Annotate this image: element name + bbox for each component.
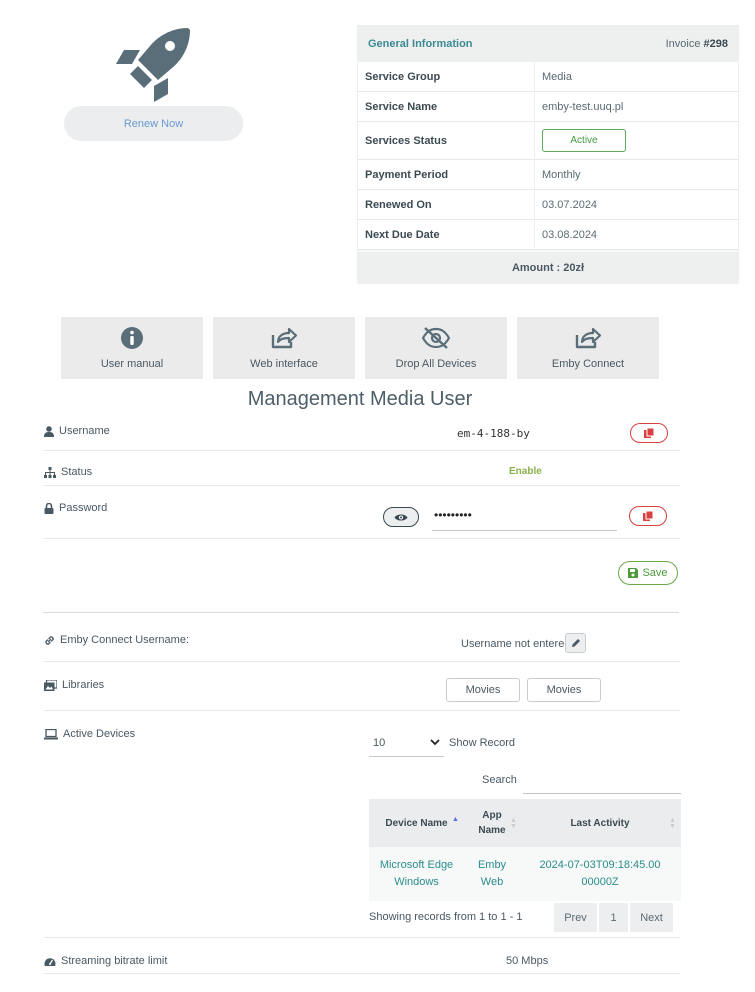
info-row-services-status: Services Status Active xyxy=(358,122,738,160)
emby-connect-button[interactable]: Emby Connect xyxy=(517,317,659,379)
copy-password-button[interactable] xyxy=(629,506,667,526)
last-activity-cell: 2024-07-03T09:18:45.0000000Z xyxy=(539,859,661,888)
info-row-next-due-date: Next Due Date 03.08.2024 xyxy=(358,220,738,250)
user-manual-button[interactable]: User manual xyxy=(61,317,203,379)
show-record-label: Show Record xyxy=(449,737,516,749)
devices-table-header: Device Name ▲ App Name ▲ ▼ Last Activity … xyxy=(369,799,681,847)
edit-emby-username-button[interactable] xyxy=(565,633,586,653)
active-devices-label: Active Devices xyxy=(44,727,135,741)
library-button[interactable]: Movies xyxy=(446,678,520,702)
libraries-label: Libraries xyxy=(44,678,104,692)
app-name-cell: Emby Web xyxy=(477,859,507,888)
column-header-app-name[interactable]: App Name xyxy=(471,799,513,847)
pencil-icon xyxy=(571,639,580,647)
table-row: Microsoft Edge Windows Emby Web 2024-07-… xyxy=(369,847,681,901)
user-icon xyxy=(44,425,54,437)
lock-icon xyxy=(44,502,54,514)
eye-slash-icon xyxy=(421,327,451,349)
info-row-service-name: Service Name emby-test.uuq.pl xyxy=(358,92,738,122)
password-label: Password xyxy=(44,501,107,515)
prev-page-button[interactable]: Prev xyxy=(554,903,597,932)
general-info-header: General Information Invoice #298 xyxy=(358,26,738,62)
laptop-icon xyxy=(44,728,58,739)
username-label: Username xyxy=(44,424,110,438)
sort-icon: ▲ ▼ xyxy=(669,817,676,830)
general-info-panel: General Information Invoice #298 Service… xyxy=(357,25,739,284)
library-button[interactable]: Movies xyxy=(527,678,601,702)
copy-icon xyxy=(643,511,653,521)
search-label: Search xyxy=(482,774,517,786)
rocket-icon xyxy=(114,26,194,102)
showing-records-text: Showing records from 1 to 1 - 1 xyxy=(369,911,523,923)
renew-now-button[interactable]: Renew Now xyxy=(64,106,243,141)
device-name-cell: Microsoft Edge Windows xyxy=(379,859,454,888)
sort-asc-icon: ▲ xyxy=(452,816,459,823)
amount-label: Amount : 20zł xyxy=(358,252,738,284)
username-value: em-4-188-by xyxy=(457,427,530,440)
bitrate-value: 50 Mbps xyxy=(506,955,549,967)
sort-icon: ▲ ▼ xyxy=(510,817,517,830)
toggle-password-button[interactable] xyxy=(383,507,419,527)
eye-icon xyxy=(394,514,408,520)
link-icon xyxy=(45,635,54,645)
share-icon xyxy=(271,327,298,349)
emby-connect-label: Emby Connect Username: xyxy=(44,633,189,647)
page-1-button[interactable]: 1 xyxy=(599,903,628,932)
info-row-payment-period: Payment Period Monthly xyxy=(358,160,738,190)
share-icon xyxy=(575,327,602,349)
emby-connect-value: Username not entered xyxy=(461,638,571,650)
drop-all-devices-button[interactable]: Drop All Devices xyxy=(365,317,507,379)
info-icon xyxy=(121,327,143,349)
next-page-button[interactable]: Next xyxy=(630,903,673,932)
password-field[interactable]: ••••••••• xyxy=(432,508,617,531)
copy-icon xyxy=(644,428,654,438)
invoice-label: Invoice #298 xyxy=(665,38,728,50)
search-input[interactable] xyxy=(523,768,681,794)
save-button[interactable]: Save xyxy=(618,561,678,585)
general-info-title: General Information xyxy=(368,38,473,50)
web-interface-button[interactable]: Web interface xyxy=(213,317,355,379)
info-row-renewed-on: Renewed On 03.07.2024 xyxy=(358,190,738,220)
chevron-down-icon xyxy=(430,739,440,746)
status-value: Enable xyxy=(509,466,542,477)
status-label: Status xyxy=(44,465,92,479)
sitemap-icon xyxy=(44,466,56,478)
floppy-icon xyxy=(628,568,639,578)
records-select[interactable]: 10 xyxy=(369,729,444,757)
bitrate-label: Streaming bitrate limit xyxy=(44,954,167,968)
gauge-icon xyxy=(44,957,56,966)
info-row-service-group: Service Group Media xyxy=(358,62,738,92)
copy-username-button[interactable] xyxy=(630,423,668,443)
column-header-device-name[interactable]: Device Name xyxy=(369,799,464,847)
page-title: Management Media User xyxy=(247,388,473,410)
column-header-last-activity[interactable]: Last Activity xyxy=(529,799,671,847)
status-badge: Active xyxy=(542,129,626,152)
images-icon xyxy=(44,679,57,691)
